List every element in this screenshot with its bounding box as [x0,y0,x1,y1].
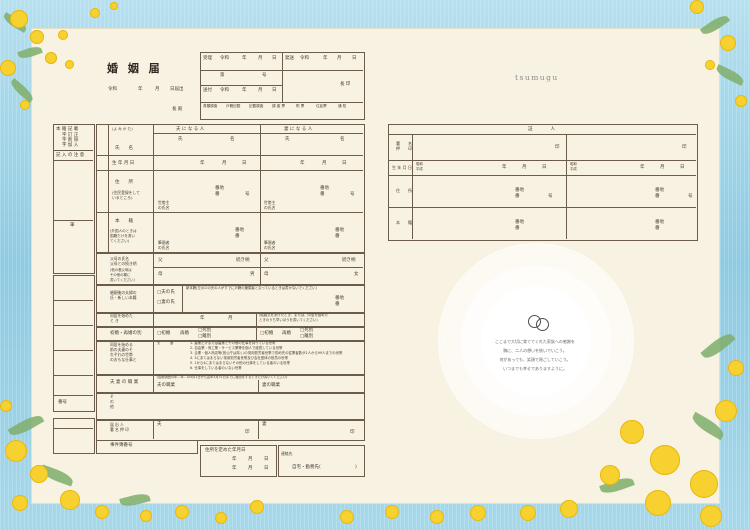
witness-table [388,124,698,241]
brand-logo: tsumugu [515,73,559,82]
date-unit-month: 月 [155,87,160,92]
birth-label: 生 年 月 日 [112,161,135,166]
message-line-3: 何があっても、笑顔で過ごしていこう。 [499,357,571,362]
date-prefix: 令和 [108,87,117,92]
message-line-2: 胸に、二人の想いを紡いでいこう。 [503,348,567,353]
other-row [96,392,365,421]
recipient: 長 殿 [172,107,183,112]
contact-box [278,445,365,477]
wife-surname-checkbox[interactable]: □妻の氏 [157,300,175,305]
left-bottom-box [53,418,95,454]
applicant-signature-row [96,419,365,441]
first-marriage-checkbox[interactable]: □初婚 [157,331,170,336]
message-line-4: いつまでも幸せでありますように。 [503,366,567,371]
domicile-label: 本 籍 [115,219,133,224]
date-unit-year: 年 [138,87,143,92]
address-label: 住 所 [115,180,133,185]
form-title: 婚 姻 届 [107,62,163,75]
witness-header: 証 人 [528,127,555,132]
received-label: 受理 [203,56,212,61]
husband-header: 夫 に な る 人 [176,127,205,132]
date-unit-day: 日届出 [170,87,184,92]
husband-surname-checkbox[interactable]: □夫の氏 [157,290,175,295]
wife-header: 妻 に な る 人 [284,127,313,132]
ring-icon [536,318,549,331]
left-stats-box [53,275,95,412]
chief-seal: 長 印 [340,82,351,87]
name-label: 氏 名 [115,146,133,151]
remarriage-checkbox[interactable]: 再婚 [180,331,189,336]
message-line-1: ここまで大切に育ててくれた家族への感謝を [495,339,575,344]
